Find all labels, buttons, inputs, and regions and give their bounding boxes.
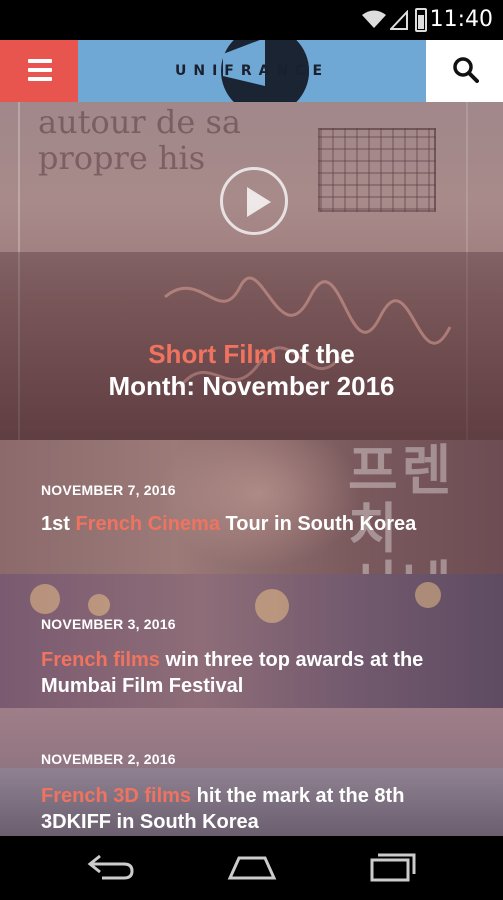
wifi-icon — [362, 10, 386, 28]
article-title[interactable]: French 3D films hit the mark at the 8th … — [41, 783, 471, 835]
article-date: NOVEMBER 7, 2016 — [41, 482, 176, 498]
article-image-bokeh — [255, 589, 289, 623]
article-card[interactable]: NOVEMBER 3, 2016 French films win three … — [0, 574, 503, 708]
article-image-bokeh — [30, 584, 60, 614]
article-title[interactable]: French films win three top awards at the… — [41, 647, 471, 699]
hero-title-line2: Month: November 2016 — [108, 371, 395, 401]
signal-icon — [390, 10, 408, 30]
logo-text: UNIFRANCE — [174, 63, 330, 79]
status-time: 11:40 — [429, 7, 493, 32]
logo: UNIFRANCE — [78, 40, 426, 102]
article-title-post: Tour in South Korea — [219, 513, 417, 535]
app-header: UNIFRANCE — [0, 40, 503, 102]
hero-newspaper-graphic: autour de sa propre his — [38, 103, 241, 177]
home-icon[interactable] — [226, 852, 278, 882]
system-nav-bar — [0, 836, 503, 900]
article-title-accent: French films — [41, 649, 160, 671]
hero-title-line1: of the — [276, 339, 355, 369]
search-icon — [453, 57, 479, 83]
article-title[interactable]: 1st French Cinema Tour in South Korea — [41, 511, 481, 537]
article-image-text: 프렌치시네마 — [348, 440, 456, 575]
article-image-bokeh — [415, 582, 441, 608]
search-button[interactable] — [426, 40, 503, 102]
play-icon[interactable] — [220, 167, 288, 235]
article-card[interactable]: NOVEMBER 2, 2016 French 3D films hit the… — [0, 708, 503, 836]
article-date: NOVEMBER 3, 2016 — [41, 616, 176, 632]
recents-icon[interactable] — [368, 852, 418, 882]
article-date: NOVEMBER 2, 2016 — [41, 751, 176, 767]
news-feed[interactable]: autour de sa propre his Short Film of the… — [0, 102, 503, 836]
hero-title-accent: Short Film — [148, 339, 277, 369]
hamburger-icon — [28, 59, 52, 81]
menu-button[interactable] — [0, 40, 78, 102]
hero-title[interactable]: Short Film of the Month: November 2016 — [0, 338, 503, 402]
battery-icon — [415, 8, 427, 32]
back-icon[interactable] — [86, 852, 136, 882]
article-image-bokeh — [88, 594, 110, 616]
article-title-accent: French 3D films — [41, 785, 192, 807]
hero-billboard-graphic — [318, 128, 436, 212]
status-bar: 11:40 — [0, 0, 503, 40]
article-title-pre: 1st — [41, 513, 76, 535]
article-image — [150, 440, 370, 574]
article-title-accent: French Cinema — [75, 513, 220, 535]
article-card[interactable]: 프렌치시네마 NOVEMBER 7, 2016 1st French Cinem… — [0, 440, 503, 574]
featured-article[interactable]: autour de sa propre his Short Film of the… — [0, 102, 503, 440]
